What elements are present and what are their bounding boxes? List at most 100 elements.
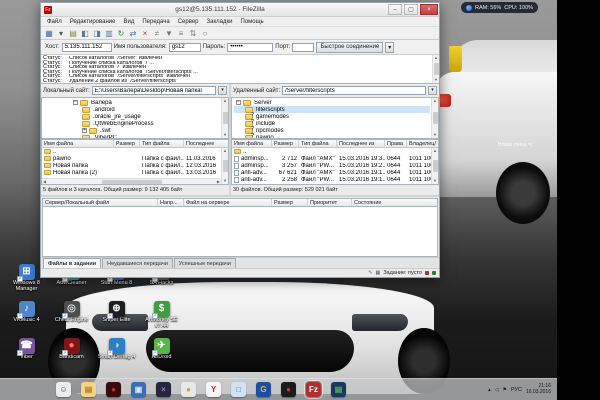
desktop-icon-vkmusic[interactable]: ♪ ↗ VKMusic 4 <box>4 301 49 338</box>
port-input[interactable] <box>292 43 314 52</box>
host-input[interactable] <box>62 43 112 52</box>
disconnect-icon[interactable]: ≠ <box>152 28 162 39</box>
queue-column-header[interactable]: Напр... <box>158 199 184 206</box>
file-row[interactable]: Новая папка Папка с файл... 12.03.2016 <box>42 162 221 169</box>
menu-item[interactable]: Вид <box>119 19 138 25</box>
taskbar-icon-window-app[interactable]: □ <box>231 382 246 397</box>
message-log-toggle-icon[interactable]: ▤ <box>68 28 78 39</box>
scroll-thumb[interactable] <box>102 180 162 184</box>
column-header[interactable]: Права <box>385 140 407 147</box>
scroll-left-icon[interactable]: ◀ <box>43 179 46 184</box>
tree-item[interactable]: .QtWebEngineProcess <box>44 120 220 127</box>
local-path-dropdown[interactable]: ▾ <box>218 86 227 95</box>
taskbar-icon-kmplayer[interactable]: ▤ <box>331 382 346 397</box>
tree-expander[interactable]: − <box>236 100 241 105</box>
scroll-up-icon[interactable]: ▲ <box>433 99 437 103</box>
tree-item[interactable]: ? npcmodes <box>234 127 430 134</box>
menu-item[interactable]: Закладки <box>203 19 237 25</box>
local-path-combo[interactable] <box>92 86 216 95</box>
volume-icon[interactable]: ◁ <box>495 387 499 393</box>
taskbar-icon-dark-red-app[interactable]: ● <box>106 382 121 397</box>
maximize-button[interactable]: ▢ <box>404 4 418 15</box>
queue-column-header[interactable]: Состояние <box>352 199 437 206</box>
file-row[interactable]: adminsp... 3 257 Файл "PW... 15.03.2016 … <box>232 162 431 169</box>
file-row[interactable]: anti-adv... 67 621 Файл "AMX" 15.03.2016… <box>232 169 431 176</box>
tree-item[interactable]: .android <box>44 106 220 113</box>
scroll-thumb[interactable] <box>433 112 438 124</box>
taskbar-icon-color-ball[interactable]: ● <box>181 382 196 397</box>
desktop-icon-artmoney[interactable]: $ ↗ ArtMoney SE v7.44 <box>139 301 184 338</box>
username-input[interactable] <box>169 43 201 52</box>
quickconnect-dropdown[interactable]: ▾ <box>385 42 394 53</box>
desktop-icon-viber[interactable]: ☎ ↗ Viber <box>4 338 49 375</box>
desktop-icon-airdroid[interactable]: ✈ ↗ AirDroid <box>139 338 184 375</box>
local-list-hscrollbar[interactable]: ◀ ▶ <box>42 178 221 184</box>
menu-item[interactable]: Помощь <box>237 19 268 25</box>
file-row[interactable]: .. <box>232 148 431 155</box>
scroll-up-icon[interactable]: ▲ <box>223 99 227 103</box>
language-indicator[interactable]: РУС <box>511 387 522 393</box>
scroll-thumb[interactable] <box>223 160 228 172</box>
column-header[interactable]: Владелец/ <box>407 140 438 147</box>
scroll-down-icon[interactable]: ▼ <box>434 78 438 82</box>
file-row[interactable]: adminsp... 2 712 Файл "AMX" 15.03.2016 1… <box>232 155 431 162</box>
tree-item[interactable]: ? include <box>234 120 430 127</box>
column-header[interactable]: Размер <box>272 140 299 147</box>
cancel-icon[interactable]: × <box>140 28 150 39</box>
window-titlebar[interactable]: Fz gs12@5.135.111.152 - FileZilla – ▢ × <box>41 3 439 17</box>
tree-item[interactable]: + .swt <box>44 127 220 134</box>
close-button[interactable]: × <box>420 4 438 15</box>
taskbar-icon-media-player[interactable]: × <box>156 382 171 397</box>
scroll-down-icon[interactable]: ▼ <box>433 179 437 183</box>
clock[interactable]: 21:16 16.03.2016 <box>526 384 551 395</box>
site-manager-dropdown-icon[interactable]: ▾ <box>56 28 66 39</box>
remote-tree-toggle-icon[interactable]: ◨ <box>92 28 102 39</box>
menu-item[interactable]: Файл <box>43 19 66 25</box>
minimize-button[interactable]: – <box>388 4 402 15</box>
compare-icon[interactable]: ≡ <box>176 28 186 39</box>
menu-item[interactable]: Сервер <box>174 19 203 25</box>
desktop-icon-bandicam[interactable]: ● ↗ Bandicam <box>49 338 94 375</box>
log-scrollbar[interactable]: ▲ ▼ <box>432 55 439 83</box>
password-input[interactable] <box>227 43 273 52</box>
queue-column-header[interactable]: Приоритет <box>308 199 352 206</box>
column-header[interactable]: Последнее <box>184 140 228 147</box>
refresh-icon[interactable]: ↻ <box>116 28 126 39</box>
remote-path-dropdown[interactable]: ▾ <box>428 86 437 95</box>
column-header[interactable]: Тип файла <box>299 140 337 147</box>
tree-item[interactable]: ? gamemodes <box>234 113 430 120</box>
filter-icon[interactable]: ▼ <box>164 28 174 39</box>
file-row[interactable]: pawno Папка с файл... 11.03.2016 <box>42 155 221 162</box>
scroll-right-icon[interactable]: ▶ <box>217 179 220 184</box>
find-icon[interactable]: ○ <box>200 28 210 39</box>
tree-item[interactable]: − Валера <box>44 99 220 106</box>
file-row[interactable]: .. <box>42 148 221 155</box>
scroll-thumb[interactable] <box>434 63 439 75</box>
file-row[interactable]: Новая папка (2) Папка с файл... 13.03.20… <box>42 169 221 176</box>
scroll-down-icon[interactable]: ▼ <box>223 133 227 137</box>
column-header[interactable]: Имя файла <box>232 140 272 147</box>
quickconnect-button[interactable]: Быстрое соединение <box>316 42 383 53</box>
local-tree-toggle-icon[interactable]: ◧ <box>80 28 90 39</box>
desktop-icon-cheat-engine[interactable]: ◎ ↗ Cheat Engine <box>49 301 94 338</box>
queue-column-header[interactable]: Файл на сервере <box>184 199 272 206</box>
queue-tab[interactable]: Успешные передачи <box>174 258 236 268</box>
taskbar-icon-record-app[interactable]: ● <box>281 382 296 397</box>
tree-item[interactable]: ? pawno <box>234 134 430 139</box>
queue-column-header[interactable]: Сервер/Локальный файл <box>43 199 158 206</box>
hidden-icons-chevron[interactable]: ▴ <box>488 387 491 393</box>
column-header[interactable]: Последнее из <box>337 140 385 147</box>
taskbar-icon-yandex-browser[interactable]: Y <box>206 382 221 397</box>
remote-list-scrollbar[interactable]: ▲ ▼ <box>431 148 438 184</box>
file-row[interactable]: anti-adv... 2 258 Файл "PW... 15.03.2016… <box>232 176 431 183</box>
desktop-icon-smart-defrag[interactable]: ◑ ↗ Smart Defrag 4 <box>94 338 139 375</box>
tree-item[interactable]: .ViberPC <box>44 134 220 139</box>
column-header[interactable]: Тип файла <box>140 140 184 147</box>
menu-item[interactable]: Редактирование <box>66 19 120 25</box>
scroll-up-icon[interactable]: ▲ <box>433 149 437 153</box>
tree-item[interactable]: .oracle_jre_usage <box>44 113 220 120</box>
tree-item[interactable]: − Server <box>234 99 430 106</box>
tree-expander[interactable]: − <box>73 100 78 105</box>
desktop-icon-sniper-elite[interactable]: ⊕ ↗ Sniper Elite <box>94 301 139 338</box>
queue-tab[interactable]: Файлы в задании <box>43 258 101 268</box>
